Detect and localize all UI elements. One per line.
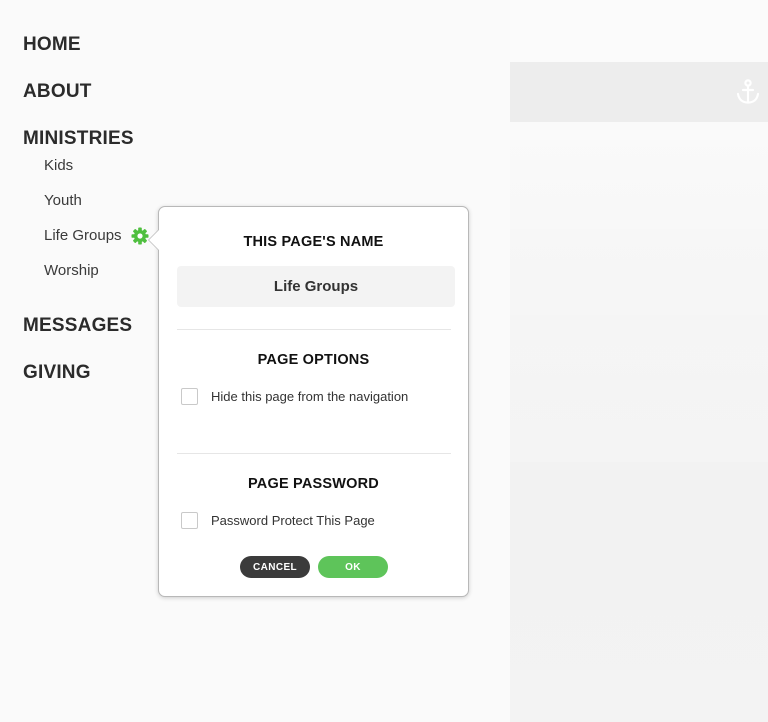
divider (177, 329, 451, 330)
hide-from-nav-label: Hide this page from the navigation (211, 389, 409, 404)
gear-icon[interactable] (131, 227, 149, 245)
preview-background-image (510, 122, 768, 462)
page-options-heading: PAGE OPTIONS (257, 352, 370, 368)
nav-item-giving[interactable]: GIVING (23, 362, 91, 384)
nav-item-messages[interactable]: MESSAGES (23, 315, 132, 337)
page-name-input[interactable] (177, 266, 455, 307)
nav-subitem-youth[interactable]: Youth (44, 192, 82, 209)
ok-button[interactable]: OK (318, 556, 388, 578)
page-password-heading: PAGE PASSWORD (248, 476, 379, 492)
page-name-heading: THIS PAGE'S NAME (243, 234, 384, 250)
preview-top-band (510, 0, 768, 62)
preview-header-bar (510, 62, 768, 122)
cancel-button[interactable]: CANCEL (240, 556, 310, 578)
nav-subitem-kids[interactable]: Kids (44, 157, 73, 174)
nav-subitem-worship[interactable]: Worship (44, 262, 99, 279)
nav-item-home[interactable]: HOME (23, 34, 81, 56)
password-protect-label: Password Protect This Page (211, 513, 375, 528)
divider (177, 453, 451, 454)
password-protect-checkbox[interactable] (181, 512, 198, 529)
page-settings-popover: THIS PAGE'S NAME PAGE OPTIONS Hide this … (148, 206, 469, 597)
anchor-icon[interactable] (734, 78, 762, 106)
nav-item-about[interactable]: ABOUT (23, 81, 92, 103)
nav-item-ministries[interactable]: MINISTRIES (23, 128, 134, 150)
hide-from-nav-checkbox[interactable] (181, 388, 198, 405)
nav-subitem-life-groups[interactable]: Life Groups (44, 227, 122, 244)
